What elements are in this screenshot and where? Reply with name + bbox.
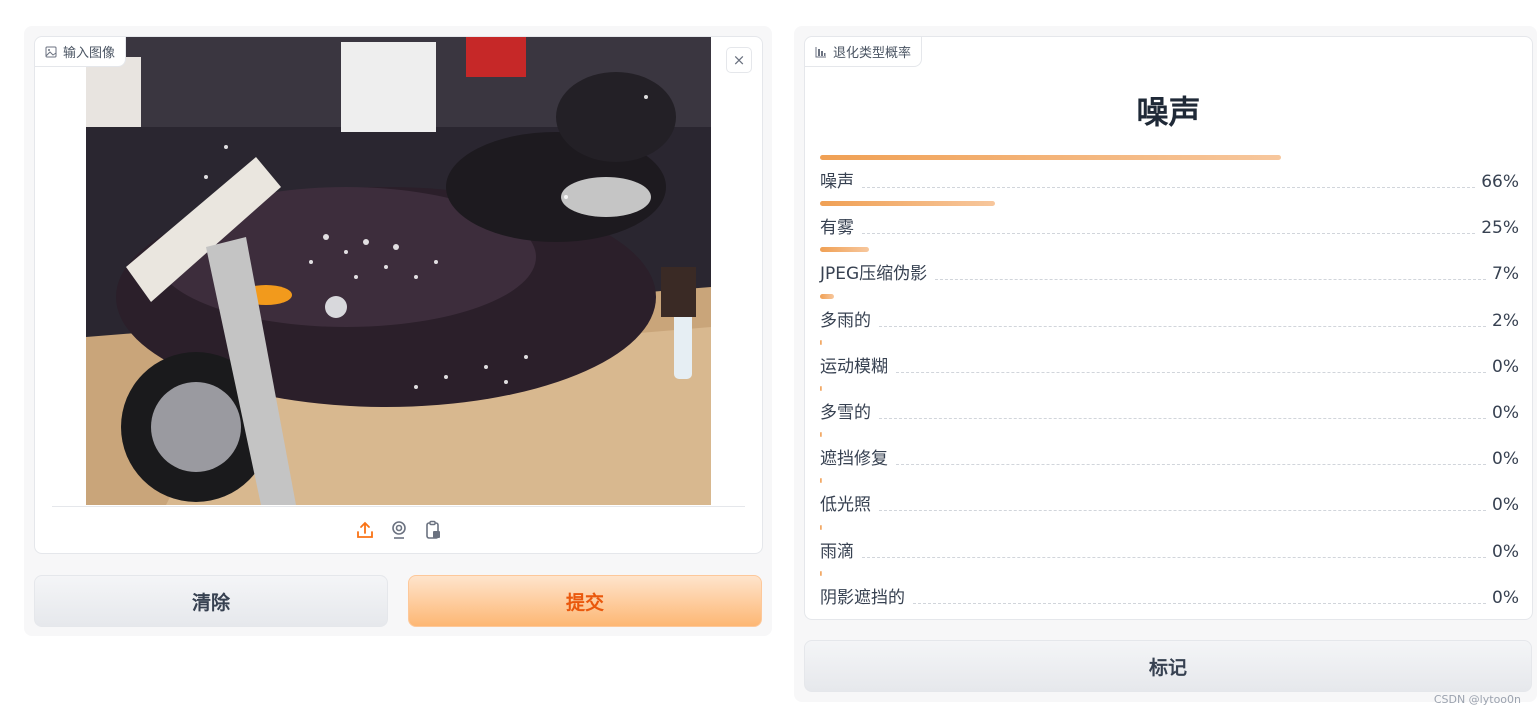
input-image[interactable] <box>86 37 711 505</box>
confidence-row: 运动模糊 0% <box>820 339 1519 386</box>
flag-button[interactable]: 标记 <box>804 640 1532 692</box>
divider <box>52 506 745 507</box>
confidence-text: 低光照 0% <box>820 490 1519 515</box>
watermark: CSDN @lytoo0n <box>1433 693 1521 706</box>
confidence-label: 有雾 <box>820 218 854 239</box>
output-label: 退化类型概率 <box>805 37 923 67</box>
confidence-value: 2% <box>1492 310 1519 331</box>
confidence-label: 多雨的 <box>820 310 871 331</box>
confidence-label: 多雪的 <box>820 403 871 423</box>
confidence-value: 25% <box>1481 218 1519 239</box>
confidence-value: 7% <box>1492 264 1519 285</box>
confidence-row: 多雨的 2% <box>820 293 1519 340</box>
confidence-label: 运动模糊 <box>820 356 888 377</box>
dotted-leader <box>862 187 1476 188</box>
input-image-label: 输入图像 <box>35 37 127 67</box>
confidence-row: 噪声 66% <box>820 155 1519 201</box>
output-panel: 退化类型概率 噪声 噪声 66% 有雾 25% JPEG压缩伪影 7% 多雨的 2% 运动模糊 0… <box>794 26 1537 702</box>
confidence-value: 0% <box>1492 403 1519 423</box>
confidence-text: 雨滴 0% <box>820 537 1519 562</box>
confidence-row: 阴影遮挡的 0% <box>820 570 1519 617</box>
input-image-label-text: 输入图像 <box>63 46 116 61</box>
confidence-text: 阴影遮挡的 0% <box>820 583 1519 608</box>
confidence-row: 遮挡修复 0% <box>820 432 1519 478</box>
confidence-value: 0% <box>1492 541 1519 562</box>
confidence-text: 多雨的 2% <box>820 306 1519 331</box>
confidence-bar <box>820 339 822 345</box>
confidence-row: 低光照 0% <box>820 478 1519 524</box>
source-selector <box>35 519 762 541</box>
confidence-value: 0% <box>1492 356 1519 377</box>
confidence-label: 遮挡修复 <box>820 449 888 470</box>
confidence-value: 0% <box>1492 495 1519 516</box>
confidence-row: 雨滴 0% <box>820 524 1519 571</box>
confidence-bar <box>820 432 822 438</box>
confidence-row: 多雪的 0% <box>820 386 1519 432</box>
dotted-leader <box>896 371 1487 373</box>
dotted-leader <box>879 418 1487 419</box>
confidence-value: 0% <box>1492 587 1519 608</box>
dotted-leader <box>879 325 1487 327</box>
confidence-label: 阴影遮挡的 <box>820 587 905 608</box>
confidence-value: 66% <box>1481 172 1519 192</box>
image-upload-block: 输入图像 × <box>34 36 763 554</box>
confidence-bar <box>820 201 995 207</box>
confidence-bar <box>820 524 822 530</box>
top-prediction: 噪声 <box>1136 93 1201 131</box>
input-panel: 输入图像 × 清除 提交 <box>24 26 772 636</box>
upload-icon[interactable] <box>354 519 376 541</box>
confidence-bar <box>820 247 869 253</box>
confidence-text: 有雾 25% <box>820 213 1519 238</box>
output-label-text: 退化类型概率 <box>833 46 912 61</box>
dotted-leader <box>862 233 1476 235</box>
confidence-bar <box>820 478 822 484</box>
dotted-leader <box>913 602 1487 604</box>
confidence-text: 遮挡修复 0% <box>820 444 1519 469</box>
dotted-leader <box>879 510 1487 512</box>
confidence-label: 雨滴 <box>820 541 854 562</box>
webcam-icon[interactable] <box>388 519 410 541</box>
confidence-bar <box>820 155 1282 160</box>
close-icon: × <box>732 51 746 69</box>
dotted-leader <box>935 279 1487 281</box>
confidence-value: 0% <box>1492 449 1519 470</box>
dotted-leader <box>896 464 1487 466</box>
image-icon <box>45 46 57 57</box>
confidence-row: 有雾 25% <box>820 201 1519 247</box>
bar-chart-icon <box>815 46 826 57</box>
clear-image-button[interactable]: × <box>726 47 752 73</box>
confidence-label: 低光照 <box>820 495 871 516</box>
clear-button[interactable]: 清除 <box>34 575 388 627</box>
confidence-text: 运动模糊 0% <box>820 352 1519 377</box>
dotted-leader <box>862 556 1487 558</box>
confidence-bar <box>820 386 822 391</box>
confidence-text: 噪声 66% <box>820 167 1519 192</box>
confidence-row: JPEG压缩伪影 7% <box>820 247 1519 293</box>
clipboard-icon[interactable] <box>422 519 444 541</box>
submit-button[interactable]: 提交 <box>408 575 762 627</box>
confidence-label: 噪声 <box>820 172 854 192</box>
confidence-bar <box>820 570 822 576</box>
label-output-block: 退化类型概率 噪声 噪声 66% 有雾 25% JPEG压缩伪影 7% 多雨的 2% 运动模糊 0… <box>804 36 1533 620</box>
confidence-text: 多雪的 0% <box>820 398 1519 423</box>
confidence-label: JPEG压缩伪影 <box>820 264 928 285</box>
confidence-text: JPEG压缩伪影 7% <box>820 259 1519 284</box>
confidence-bar <box>820 293 834 299</box>
